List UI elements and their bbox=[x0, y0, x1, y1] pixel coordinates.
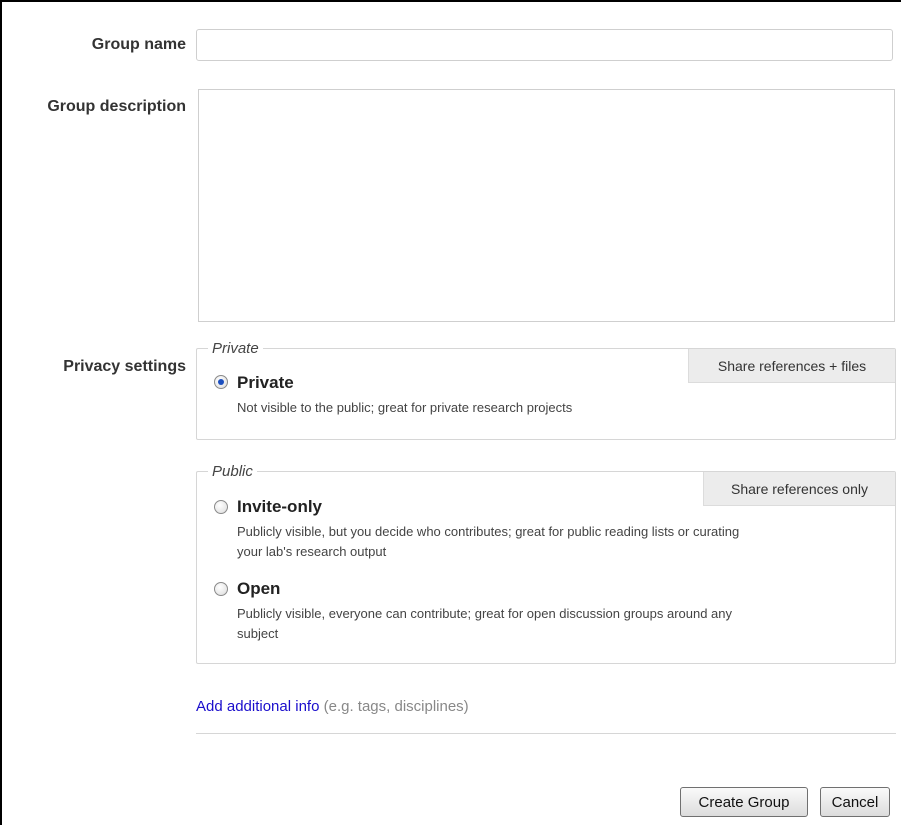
open-radio[interactable] bbox=[214, 582, 228, 596]
private-option-description: Not visible to the public; great for pri… bbox=[237, 400, 573, 415]
invite-only-option-title[interactable]: Invite-only bbox=[237, 497, 322, 517]
share-references-only-tag: Share references only bbox=[703, 472, 895, 506]
private-radio[interactable] bbox=[214, 375, 228, 389]
open-description-line1: Publicly visible, everyone can contribut… bbox=[237, 606, 733, 621]
public-legend: Public bbox=[208, 463, 257, 480]
private-legend: Private bbox=[208, 340, 263, 357]
add-additional-info-link[interactable]: Add additional info bbox=[196, 698, 319, 715]
open-option-title[interactable]: Open bbox=[237, 579, 280, 599]
invite-only-description-line2: your lab's research output bbox=[237, 544, 387, 559]
invite-only-radio[interactable] bbox=[214, 500, 228, 514]
additional-info-hint: (e.g. tags, disciplines) bbox=[323, 698, 469, 715]
group-description-textarea[interactable] bbox=[198, 89, 895, 322]
group-description-label: Group description bbox=[47, 98, 186, 115]
divider bbox=[196, 733, 896, 734]
share-references-files-tag: Share references + files bbox=[688, 349, 895, 383]
create-group-button[interactable]: Create Group bbox=[680, 787, 808, 817]
privacy-settings-label: Privacy settings bbox=[63, 358, 186, 375]
group-name-input[interactable] bbox=[196, 29, 893, 61]
private-option-title[interactable]: Private bbox=[237, 373, 294, 393]
invite-only-description-line1: Publicly visible, but you decide who con… bbox=[237, 524, 740, 539]
group-name-label: Group name bbox=[91, 36, 186, 53]
cancel-button[interactable]: Cancel bbox=[820, 787, 890, 817]
additional-info-row: Add additional info (e.g. tags, discipli… bbox=[196, 698, 469, 715]
open-description-line2: subject bbox=[237, 626, 279, 641]
